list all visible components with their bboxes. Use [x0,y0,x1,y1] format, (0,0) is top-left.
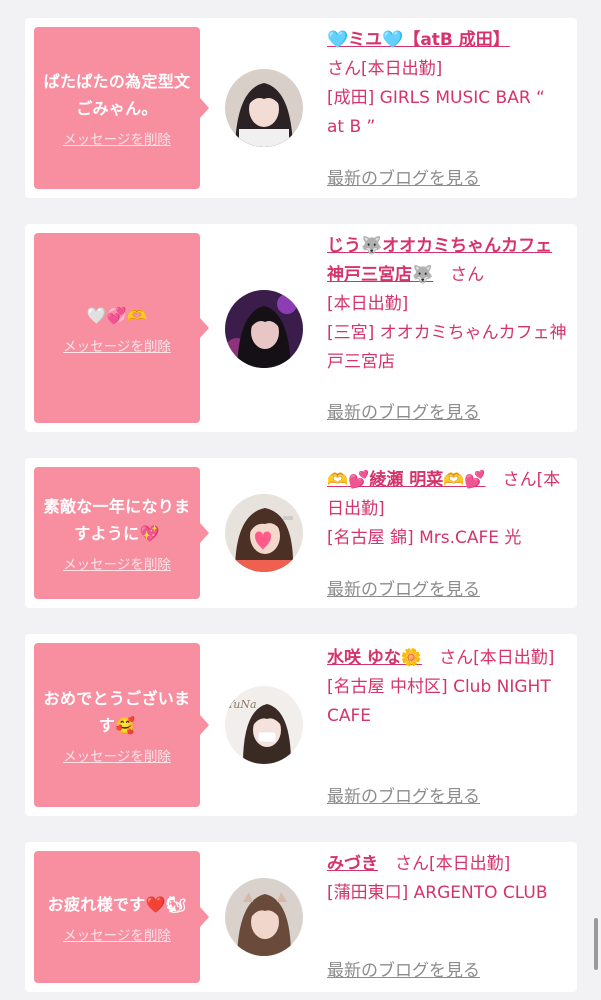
honorific: さん [439,648,474,668]
honorific: さん [327,59,361,79]
message-bubble: おめでとうございます🥰 メッセージを削除 [34,643,209,807]
shop-name: ARGENTO CLUB [413,883,548,903]
work-status: [本日出勤] [327,294,409,314]
message-text: 素敵な一年になりますように💖 [43,497,191,543]
message-text: おめでとうございます🥰 [43,689,191,735]
message-bubble: お疲れ様です❤️🐿 メッセージを削除 [34,851,209,983]
cast-name-link[interactable]: みづき [327,854,378,874]
work-status: [本日出勤] [473,648,555,668]
area-label: [成田] [327,88,375,108]
message-text: お疲れ様です❤️🐿 [47,894,187,914]
work-status: [本日出勤] [429,854,511,874]
cast-info: 🫶💕綾瀬 明菜🫶💕 さん[本日出勤] [名古屋 錦] Mrs.CAFE 光 [327,466,567,553]
latest-blog-link[interactable]: 最新のブログを見る [327,398,480,423]
latest-blog-link[interactable]: 最新のブログを見る [327,575,480,600]
avatar[interactable] [225,290,303,368]
message-card: 🤍💞🫶 メッセージを削除 じう🐺オオカミちゃんカフェ神戸三宮店🐺 さん [本日出… [25,224,577,432]
cast-info: 水咲 ゆな🌼 さん[本日出勤] [名古屋 中村区] Club NIGHT CAF… [327,644,567,731]
latest-blog-link[interactable]: 最新のブログを見る [327,164,480,189]
message-text: ぱたぱたの為定型文ごみゃん。 [43,72,191,118]
message-bubble: 素敵な一年になりますように💖 メッセージを削除 [34,467,209,599]
avatar[interactable] [225,69,303,147]
delete-message-link[interactable]: メッセージを削除 [63,924,171,944]
honorific: さん [395,854,429,874]
cast-info: みづき さん[本日出勤] [蒲田東口] ARGENTO CLUB [327,850,567,908]
message-card: ぱたぱたの為定型文ごみゃん。 メッセージを削除 🩵ミユ🩵【atB 成田】 さん[… [25,18,577,198]
message-card: お疲れ様です❤️🐿 メッセージを削除 みづき さん[本日出勤] [蒲田東口] A… [25,842,577,992]
delete-message-link[interactable]: メッセージを削除 [63,553,171,573]
area-label: [名古屋 錦] [327,528,414,548]
avatar[interactable] [225,878,303,956]
delete-message-link[interactable]: メッセージを削除 [63,128,171,148]
cast-name-link[interactable]: 水咲 ゆな🌼 [327,648,422,668]
scrollbar[interactable] [594,918,598,970]
honorific: さん [502,470,537,490]
delete-message-link[interactable]: メッセージを削除 [63,745,171,765]
message-card: おめでとうございます🥰 メッセージを削除 YuNa 水咲 ゆな🌼 さん[本日出勤… [25,634,577,816]
message-bubble: 🤍💞🫶 メッセージを削除 [34,233,209,423]
cast-name-link[interactable]: 🩵ミユ🩵【atB 成田】 [327,30,510,50]
message-card: 素敵な一年になりますように💖 メッセージを削除 🫶💕綾瀬 明菜🫶💕 さん[本日出… [25,458,577,608]
area-label: [蒲田東口] [327,883,409,903]
avatar[interactable]: YuNa [225,686,303,764]
message-bubble: ぱたぱたの為定型文ごみゃん。 メッセージを削除 [34,27,209,189]
honorific: さん [450,265,485,285]
latest-blog-link[interactable]: 最新のブログを見る [327,782,480,807]
shop-name: Mrs.CAFE 光 [419,528,522,548]
cast-name-link[interactable]: 🫶💕綾瀬 明菜🫶💕 [327,470,486,490]
work-status: [本日出勤] [361,59,443,79]
latest-blog-link[interactable]: 最新のブログを見る [327,956,480,981]
avatar-signature: YuNa [227,698,257,711]
cast-info: じう🐺オオカミちゃんカフェ神戸三宮店🐺 さん [本日出勤] [三宮] オオカミち… [327,232,567,377]
cast-info: 🩵ミユ🩵【atB 成田】 さん[本日出勤] [成田] GIRLS MUSIC B… [327,26,567,142]
delete-message-link[interactable]: メッセージを削除 [63,335,171,355]
message-text: 🤍💞🫶 [86,305,148,325]
area-label: [名古屋 中村区] [327,677,448,697]
avatar[interactable] [225,494,303,572]
cast-name-link[interactable]: じう🐺オオカミちゃんカフェ神戸三宮店🐺 [327,236,552,285]
area-label: [三宮] [327,323,375,343]
